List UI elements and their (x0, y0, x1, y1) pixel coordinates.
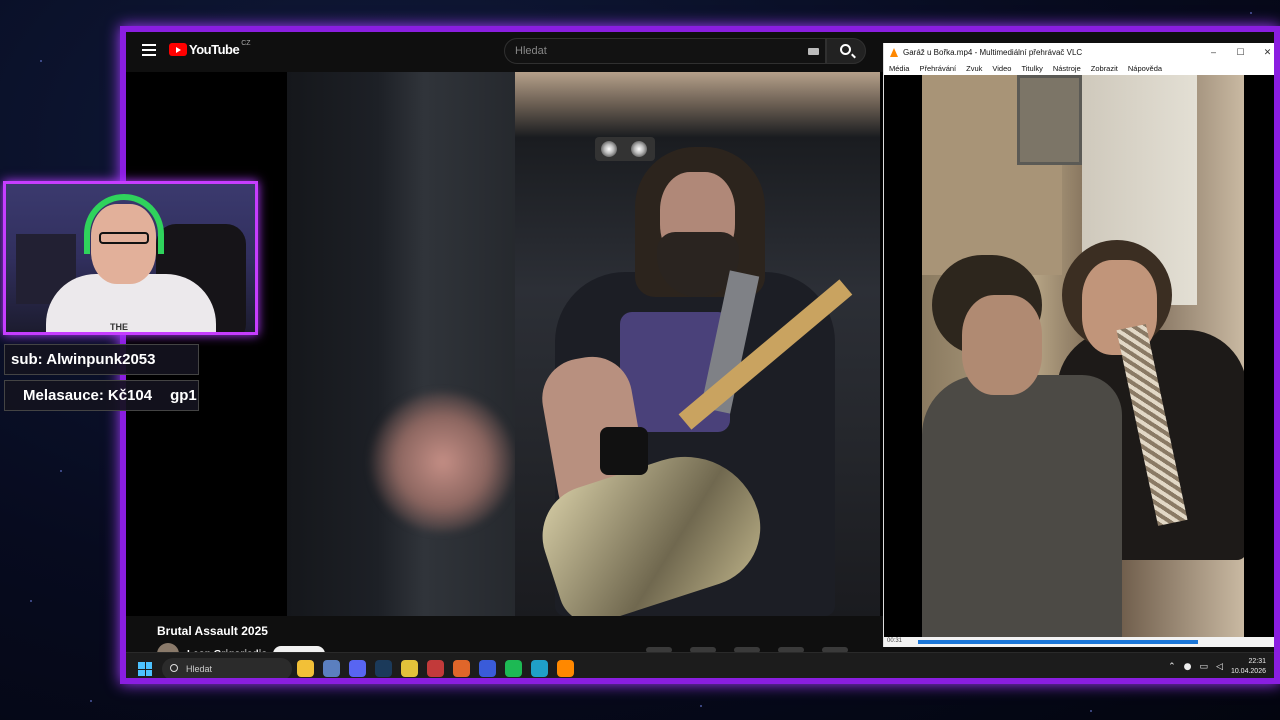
blurred-background (287, 72, 515, 616)
menu-icon[interactable] (142, 44, 156, 56)
vlc-window: Garáž u Bořka.mp4 - Multimediální přehrá… (883, 43, 1274, 647)
app-icon[interactable] (427, 660, 444, 677)
vlc-icon[interactable] (557, 660, 574, 677)
stage-lights (595, 137, 655, 161)
window-controls: – ☐ ✕ (1200, 43, 1274, 61)
system-tray: ⌃ ● ▭ ◁ 22:31 10.04.2026 (1168, 657, 1266, 677)
taskbar-apps (297, 660, 574, 677)
video-title: Brutal Assault 2025 (157, 624, 268, 638)
menu-video[interactable]: Video (992, 64, 1011, 73)
person-left-body (922, 375, 1122, 647)
spotify-icon[interactable] (505, 660, 522, 677)
menu-help[interactable]: Nápověda (1128, 64, 1162, 73)
youtube-logo[interactable]: YouTube CZ (169, 40, 251, 57)
menu-subtitles[interactable]: Titulky (1021, 64, 1042, 73)
shirt-logo: THE (110, 322, 128, 332)
vlc-menubar: Média Přehrávání Zvuk Video Titulky Nást… (884, 61, 1274, 75)
discord-icon[interactable] (349, 660, 366, 677)
clock-date: 10.04.2026 (1230, 668, 1266, 675)
keyboard-icon[interactable] (808, 48, 819, 55)
vlc-titlebar[interactable]: Garáž u Bořka.mp4 - Multimediální přehrá… (884, 43, 1274, 61)
youtube-play-icon (169, 43, 187, 56)
chrome-icon[interactable] (401, 660, 418, 677)
firefox-icon[interactable] (453, 660, 470, 677)
latest-sub-label: sub: Alwinpunk2053 (4, 344, 199, 375)
start-button[interactable] (138, 662, 152, 676)
wristband (600, 427, 648, 475)
chevron-up-icon[interactable]: ⌃ (1168, 662, 1176, 672)
sub-text: sub: Alwinpunk2053 (11, 351, 156, 368)
volume-icon[interactable]: ◁ (1216, 662, 1223, 672)
search-icon (170, 664, 178, 672)
minimize-button[interactable]: – (1200, 43, 1227, 61)
bassist-photo (515, 72, 880, 616)
steam-icon[interactable] (375, 660, 392, 677)
seek-progress (918, 640, 1198, 644)
vlc-seekbar[interactable]: 00:31 (884, 637, 1274, 647)
video-player[interactable] (126, 72, 883, 616)
headset (84, 194, 164, 254)
menu-tools[interactable]: Nástroje (1053, 64, 1081, 73)
region-code: CZ (241, 40, 251, 47)
vivaldi-icon[interactable] (479, 660, 496, 677)
menu-playback[interactable]: Přehrávání (919, 64, 956, 73)
search-button[interactable] (826, 38, 866, 64)
taskbar-search[interactable]: Hledat (162, 658, 292, 678)
webcam-overlay: THE (3, 181, 258, 335)
window-frame (1017, 75, 1082, 165)
donation-tag: gp1 (170, 387, 197, 404)
person-left-face (962, 295, 1042, 395)
network-icon[interactable]: ▭ (1200, 662, 1209, 672)
search-icon (840, 44, 851, 55)
vlc-video-frame[interactable] (922, 75, 1244, 647)
blurred-shape (370, 392, 515, 532)
vlc-cone-icon (890, 47, 898, 57)
youtube-window: YouTube CZ Hledat Brutal Assault 2025 (126, 32, 883, 665)
donation-amount: Kč104 (107, 387, 153, 404)
donor-name: Melasauce: (23, 387, 104, 404)
menu-audio[interactable]: Zvuk (966, 64, 982, 73)
search-placeholder: Hledat (515, 45, 547, 57)
clock[interactable]: 22:31 10.04.2026 (1231, 657, 1266, 677)
captured-desktop: YouTube CZ Hledat Brutal Assault 2025 Ga… (120, 26, 1280, 684)
taskbar: Hledat ⌃ ● ▭ ◁ 22:31 10.04.2026 (126, 652, 1274, 678)
edge-icon[interactable] (531, 660, 548, 677)
youtube-header: YouTube CZ Hledat (126, 32, 883, 72)
close-button[interactable]: ✕ (1254, 43, 1274, 61)
taskbar-search-placeholder: Hledat (186, 664, 213, 674)
latest-donation-label: Melasauce: Kč104 gp1 (4, 380, 199, 411)
calculator-icon[interactable] (323, 660, 340, 677)
vlc-window-title: Garáž u Bořka.mp4 - Multimediální přehrá… (903, 47, 1083, 57)
search-input[interactable]: Hledat (504, 38, 826, 64)
microphone-icon[interactable]: ● (1184, 662, 1192, 672)
clock-time: 22:31 (1248, 658, 1266, 665)
menu-view[interactable]: Zobrazit (1091, 64, 1118, 73)
elapsed-time: 00:31 (887, 638, 903, 644)
maximize-button[interactable]: ☐ (1227, 43, 1254, 61)
file-explorer-icon[interactable] (297, 660, 314, 677)
menu-media[interactable]: Média (889, 64, 909, 73)
youtube-wordmark: YouTube (189, 42, 240, 57)
